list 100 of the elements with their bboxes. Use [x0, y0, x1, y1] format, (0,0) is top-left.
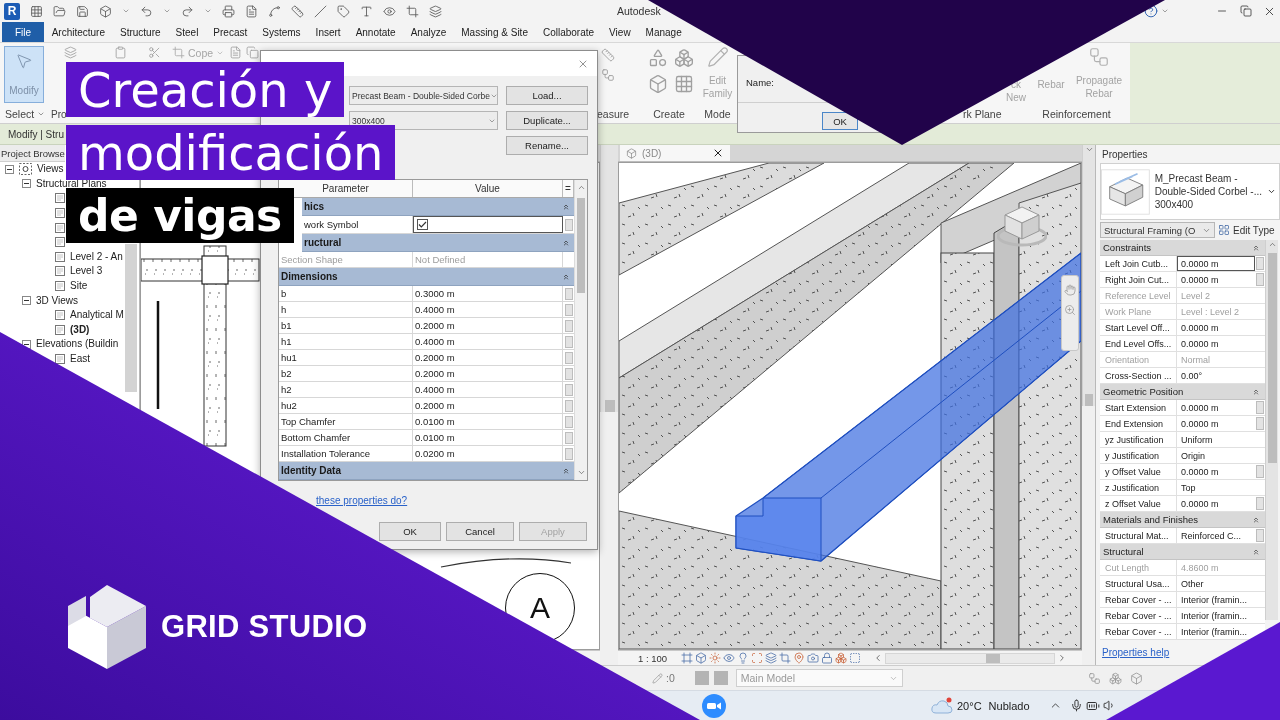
ribbon-tab[interactable]: Precast [205, 22, 255, 42]
formula-button[interactable] [564, 351, 573, 364]
ribbon-tab[interactable]: Insert [308, 22, 349, 42]
dialog-button[interactable]: Cancel [446, 522, 514, 541]
grid-icon[interactable] [30, 4, 43, 18]
filter-dropdown[interactable]: Structural Framing (O [1100, 222, 1215, 238]
hand-icon[interactable] [1064, 284, 1076, 296]
caret-icon[interactable] [204, 7, 212, 15]
parameter-button[interactable] [1256, 529, 1264, 542]
ribbon-tab[interactable]: Steel [168, 22, 206, 42]
dimension-icon[interactable] [601, 68, 615, 82]
undo-icon[interactable] [140, 4, 153, 18]
frame-icon[interactable] [681, 652, 694, 664]
view-cube-icon[interactable] [997, 205, 1047, 247]
layers-icon[interactable] [64, 46, 77, 59]
zoom-icon[interactable] [1064, 304, 1076, 316]
parameter-value[interactable]: 0.4000 m [413, 334, 563, 349]
folder-icon[interactable] [53, 4, 66, 18]
tree-item[interactable]: Level 2 - An [70, 252, 123, 261]
tree-item[interactable]: Site [70, 282, 88, 291]
property-value[interactable]: Interior (framin... [1177, 608, 1255, 623]
tree-item[interactable]: 3D Views [36, 296, 79, 305]
help-icon[interactable] [1144, 4, 1158, 18]
copy-icon[interactable] [246, 46, 260, 59]
property-value[interactable]: Uniform [1177, 432, 1255, 447]
close-icon[interactable] [712, 147, 724, 159]
redo-icon[interactable] [181, 4, 194, 18]
printer-icon[interactable] [222, 4, 235, 18]
speaker-icon[interactable] [1102, 699, 1116, 712]
type-dropdown[interactable]: 300x400 [349, 111, 498, 130]
navigation-bar[interactable] [1061, 275, 1079, 351]
cube-icon[interactable] [99, 4, 112, 18]
tree-item[interactable]: Views [37, 165, 64, 174]
parameter-button[interactable] [1256, 273, 1264, 286]
property-value[interactable]: 0.0000 m [1177, 400, 1255, 415]
parameter-button[interactable] [1256, 401, 1264, 414]
text-icon[interactable] [360, 4, 373, 18]
ok-button[interactable]: OK [822, 112, 858, 130]
dashed-square-icon[interactable] [849, 652, 862, 664]
caret-icon[interactable] [122, 7, 130, 15]
formula-button[interactable] [564, 303, 573, 316]
parameter-value[interactable]: 0.0100 m [413, 430, 563, 445]
layers-icon[interactable] [429, 4, 442, 18]
line-icon[interactable] [314, 4, 327, 18]
group-header[interactable]: Identity Data [279, 462, 574, 480]
group-header[interactable]: Constraints [1100, 240, 1265, 256]
tree-item[interactable]: Analytical M [70, 311, 124, 320]
panel-dropdown[interactable]: Select [5, 108, 46, 120]
camera-icon[interactable] [807, 652, 820, 664]
formula-button[interactable] [564, 431, 573, 444]
property-value[interactable]: 0.0000 m [1177, 336, 1255, 351]
parameter-button[interactable] [1256, 465, 1264, 478]
ribbon-tab[interactable]: File [2, 22, 45, 42]
duplicate-button[interactable]: Duplicate... [506, 111, 588, 130]
formula-button[interactable] [564, 319, 573, 332]
group-header[interactable]: Geometric Position [1100, 384, 1265, 400]
save-icon[interactable] [76, 4, 89, 18]
help-link[interactable]: these properties do? [316, 494, 408, 506]
group-header[interactable]: hics [302, 198, 574, 216]
ribbon-tab[interactable]: Massing & Site [453, 22, 536, 42]
eye-icon[interactable] [383, 4, 396, 18]
document-icon[interactable] [229, 46, 243, 59]
property-value[interactable]: 0.0000 m [1177, 272, 1255, 287]
group-header[interactable]: Materials and Finishes [1100, 512, 1265, 528]
ribbon-tab[interactable]: View [601, 22, 639, 42]
help-link[interactable]: Properties help [1102, 647, 1170, 658]
parameter-value[interactable]: 0.4000 m [413, 382, 563, 397]
group-header[interactable]: Structural [1100, 544, 1265, 560]
load-button[interactable]: Load... [506, 86, 588, 105]
dialog-button[interactable]: OK [379, 522, 441, 541]
crop-icon[interactable] [779, 652, 792, 664]
property-value[interactable]: 0.00° [1177, 368, 1255, 383]
tag-icon[interactable] [337, 4, 350, 18]
property-value[interactable]: Top [1177, 480, 1255, 495]
pin-icon[interactable] [793, 652, 806, 664]
cube-icon[interactable] [648, 74, 668, 94]
caret-icon[interactable] [163, 7, 171, 15]
property-value[interactable]: Origin [1177, 448, 1255, 463]
app-icon[interactable] [702, 693, 726, 718]
family-dropdown[interactable]: Precast Beam - Double-Sided Corbe [349, 86, 498, 105]
formula-button[interactable] [564, 399, 573, 412]
checkbox[interactable] [417, 219, 428, 230]
formula-button[interactable] [564, 367, 573, 380]
boxes-icon[interactable] [674, 48, 694, 68]
document-icon[interactable] [245, 4, 258, 18]
rename-button[interactable]: Rename... [506, 136, 588, 155]
tree-item[interactable]: Level 3 [70, 267, 103, 276]
crop-icon[interactable] [406, 4, 419, 18]
ruler-icon[interactable] [291, 4, 304, 18]
group-header[interactable]: Dimensions [279, 268, 574, 286]
ribbon-tab[interactable]: Systems [254, 22, 309, 42]
parameter-button[interactable] [1256, 497, 1264, 510]
microphone-icon[interactable] [1069, 699, 1083, 712]
layers-icon[interactable] [765, 652, 778, 664]
view-scale[interactable]: 1 : 100 [638, 652, 668, 664]
formula-button[interactable] [564, 383, 573, 396]
boxes-icon[interactable] [835, 652, 848, 664]
parameter-value[interactable]: 0.0100 m [413, 414, 563, 429]
minus-box-icon[interactable] [22, 296, 31, 306]
document-tab[interactable]: (3D) [620, 145, 730, 161]
